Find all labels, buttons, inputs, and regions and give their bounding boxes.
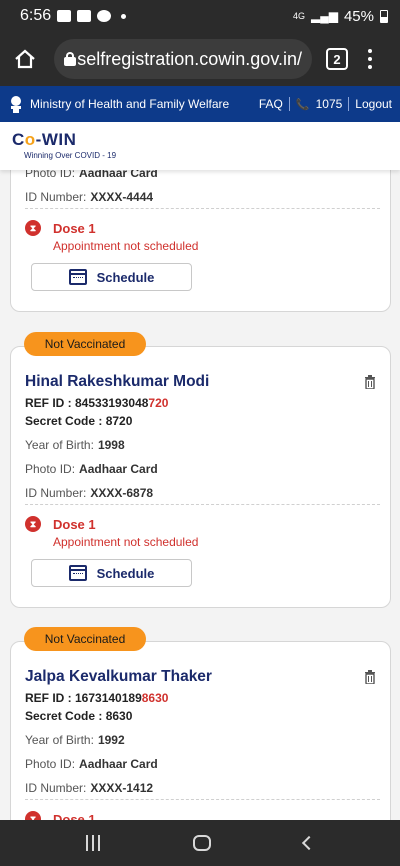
vaccination-status-badge: Not Vaccinated (24, 627, 146, 651)
beneficiary-card: Jalpa Kevalkumar Thaker REF ID : 1673140… (10, 641, 391, 820)
battery-percent: 45% (343, 7, 374, 25)
url-text: selfregistration.cowin.gov.in/ (77, 48, 302, 69)
cowin-tagline: Winning Over COVID - 19 (24, 151, 117, 160)
ministry-title: Ministry of Health and Family Welfare (30, 97, 230, 111)
beneficiary-name: Jalpa Kevalkumar Thaker (25, 668, 212, 685)
status-time: 6:56 (20, 7, 52, 24)
phone-icon: 📞 (295, 98, 310, 111)
dose-status: ⧗ Dose 1 (25, 516, 96, 532)
signal-icon: ▂▄▆ (311, 9, 338, 23)
network-label: 4G (292, 11, 305, 21)
home-nav-button[interactable] (192, 835, 211, 851)
secret-code: Secret Code : 8630 (25, 709, 133, 723)
vaccination-status-badge: Not Vaccinated (24, 332, 146, 356)
id-number-row: ID Number: XXXX-6878 (25, 486, 154, 500)
logout-link[interactable]: Logout (355, 97, 392, 111)
more-menu-button[interactable] (368, 49, 372, 69)
cowin-logo[interactable]: Co-WIN (12, 130, 388, 150)
home-button[interactable] (10, 44, 40, 74)
year-of-birth-row: Year of Birth: 1998 (25, 438, 125, 452)
photo-id-row: Photo ID: Aadhaar Card (25, 462, 158, 476)
status-bar: 6:56 4G ▂▄▆ 45% (0, 0, 400, 32)
schedule-button[interactable]: Schedule (31, 559, 192, 587)
home-icon (15, 49, 35, 69)
divider (25, 208, 380, 209)
url-bar[interactable]: selfregistration.cowin.gov.in/ (54, 39, 312, 79)
beneficiary-list: Photo ID: Aadhaar Card ID Number: XXXX-444… (0, 170, 400, 820)
helpline-link[interactable]: 1075 (316, 97, 343, 111)
lock-icon (64, 52, 76, 66)
year-of-birth-row: Year of Birth: 1992 (25, 733, 125, 747)
gallery-icon (77, 10, 92, 22)
divider (348, 97, 350, 111)
cowin-header: Co-WIN Winning Over COVID - 19 (0, 122, 400, 170)
secret-code: Secret Code : 8720 (25, 414, 133, 428)
divider (25, 799, 380, 800)
divider (288, 97, 290, 111)
ref-id: REF ID : 84533193048720 (25, 396, 169, 410)
message-icon (57, 10, 72, 22)
emblem-icon (11, 96, 21, 113)
tabs-button[interactable]: 2 (326, 48, 348, 70)
hourglass-icon: ⧗ (25, 811, 41, 820)
id-number-row: ID Number: XXXX-4444 (25, 190, 154, 204)
appointment-status: Appointment not scheduled (53, 535, 199, 549)
appointment-status: Appointment not scheduled (53, 239, 199, 253)
delete-icon[interactable] (364, 670, 376, 684)
dose-status: ⧗ Dose 1 (25, 220, 96, 236)
back-button[interactable] (301, 835, 316, 851)
dose-status: ⧗ Dose 1 (25, 811, 96, 820)
schedule-button[interactable]: Schedule (31, 263, 192, 291)
photo-id-row: Photo ID: Aadhaar Card (25, 170, 158, 180)
calendar-icon (68, 565, 87, 581)
recent-apps-button[interactable] (86, 835, 101, 851)
delete-icon[interactable] (364, 375, 376, 389)
ministry-header: Ministry of Health and Family Welfare FA… (0, 86, 400, 122)
beneficiary-name: Hinal Rakeshkumar Modi (25, 373, 210, 390)
faq-link[interactable]: FAQ (259, 97, 283, 111)
notification-dot-icon (121, 13, 127, 19)
browser-toolbar: selfregistration.cowin.gov.in/ 2 (0, 32, 400, 86)
system-nav-bar (0, 820, 400, 866)
hourglass-icon: ⧗ (25, 516, 41, 532)
calendar-icon (68, 269, 87, 285)
beneficiary-card: Photo ID: Aadhaar Card ID Number: XXXX-444… (10, 170, 391, 312)
photo-id-row: Photo ID: Aadhaar Card (25, 757, 158, 771)
battery-icon (380, 9, 388, 23)
divider (25, 504, 380, 505)
beneficiary-card: Hinal Rakeshkumar Modi REF ID : 84533193… (10, 346, 391, 608)
whatsapp-icon (97, 10, 112, 22)
hourglass-icon: ⧗ (25, 220, 41, 236)
ref-id: REF ID : 16731401898630 (25, 691, 169, 705)
id-number-row: ID Number: XXXX-1412 (25, 781, 154, 795)
